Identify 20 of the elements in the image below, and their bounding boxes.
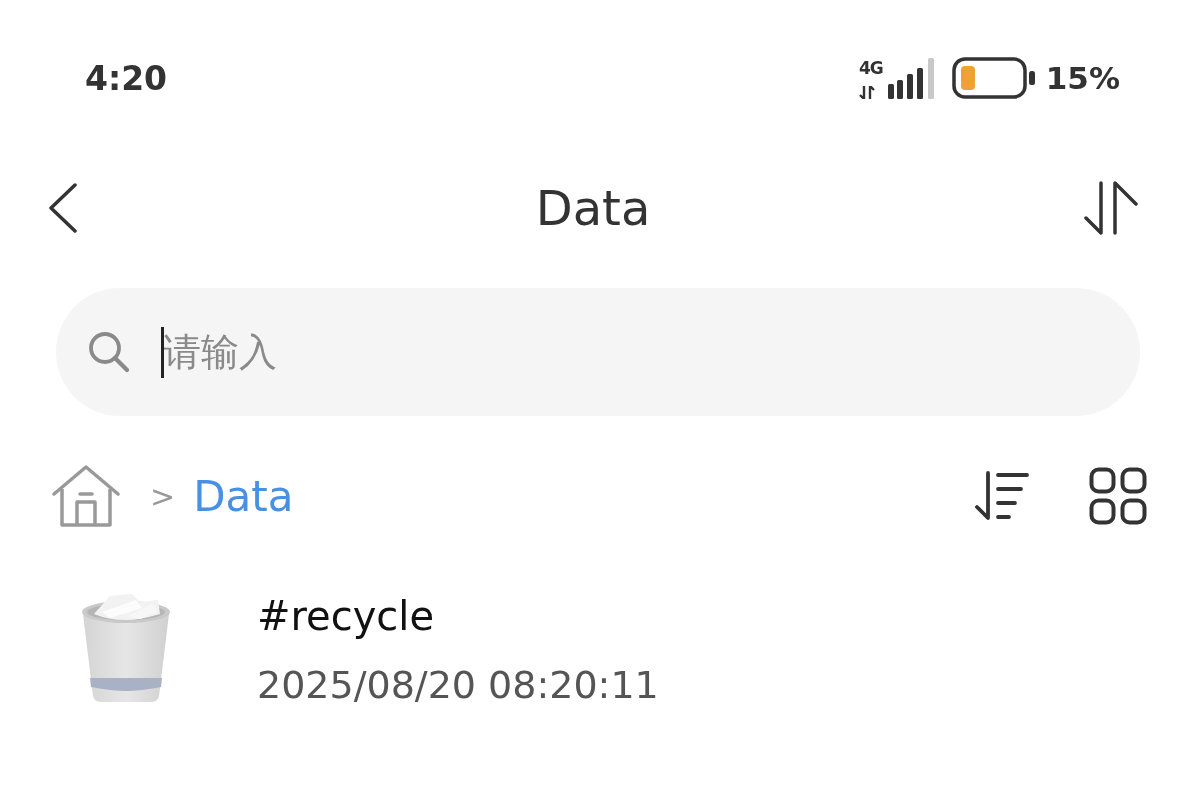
chevron-left-icon (48, 183, 78, 233)
grid-view-button[interactable] (1089, 467, 1147, 525)
page-title: Data (535, 180, 651, 236)
sort-list-button[interactable] (975, 471, 1029, 521)
battery-percentage: 15% (1045, 60, 1120, 96)
search-icon (88, 331, 130, 373)
network-type-label: 4G (859, 59, 883, 77)
file-date: 2025/08/20 08:20:11 (257, 662, 659, 708)
breadcrumb-separator: > (150, 478, 176, 514)
breadcrumb-link[interactable]: Data (193, 471, 294, 521)
file-name: #recycle (257, 592, 435, 640)
search-field[interactable]: 请输入 (56, 288, 1140, 416)
home-button[interactable] (52, 464, 120, 528)
battery-icon (951, 57, 1036, 99)
clock-time: 4:20 (85, 58, 168, 98)
home-icon (52, 464, 120, 528)
sort-descending-icon (975, 471, 1029, 521)
grid-icon (1089, 467, 1147, 525)
back-button[interactable] (48, 183, 78, 233)
sort-button[interactable] (1084, 181, 1138, 235)
